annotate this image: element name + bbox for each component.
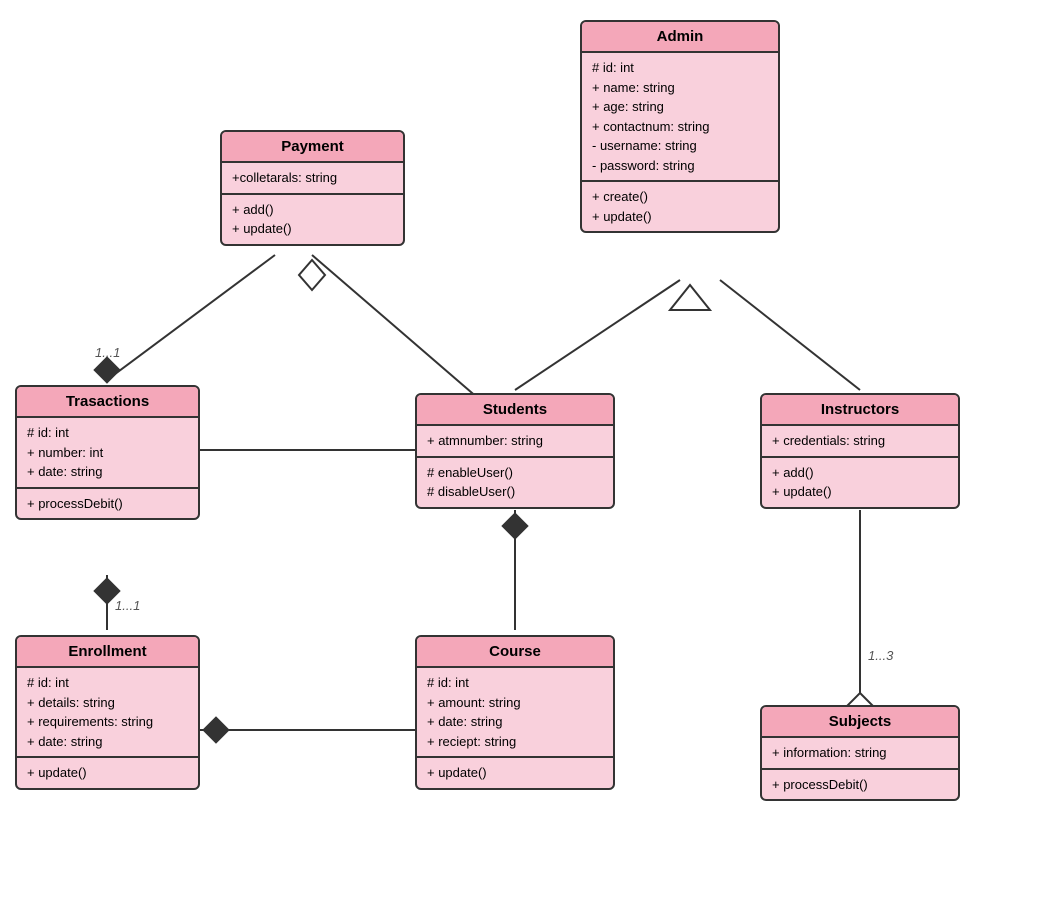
label-trans-payment: 1...1 (95, 345, 120, 360)
students-title: Students (417, 395, 613, 426)
subjects-methods: + processDebit() (762, 770, 958, 800)
transactions-attributes: # id: int + number: int + date: string (17, 418, 198, 489)
label-instructors-subjects: 1...3 (868, 648, 893, 663)
subjects-title: Subjects (762, 707, 958, 738)
instructors-title: Instructors (762, 395, 958, 426)
course-title: Course (417, 637, 613, 668)
uml-diagram: 1...1 1...1 1...3 Admin # id: int + name… (0, 0, 1041, 900)
class-students: Students + atmnumber: string # enableUse… (415, 393, 615, 509)
enrollment-attributes: # id: int + details: string + requiremen… (17, 668, 198, 758)
enrollment-title: Enrollment (17, 637, 198, 668)
admin-attributes: # id: int + name: string + age: string +… (582, 53, 778, 182)
admin-methods: + create() + update() (582, 182, 778, 231)
class-enrollment: Enrollment # id: int + details: string +… (15, 635, 200, 790)
instructors-attributes: + credentials: string (762, 426, 958, 458)
class-admin: Admin # id: int + name: string + age: st… (580, 20, 780, 233)
students-methods: # enableUser() # disableUser() (417, 458, 613, 507)
course-attributes: # id: int + amount: string + date: strin… (417, 668, 613, 758)
class-transactions: Trasactions # id: int + number: int + da… (15, 385, 200, 520)
transactions-methods: + processDebit() (17, 489, 198, 519)
admin-title: Admin (582, 22, 778, 53)
payment-title: Payment (222, 132, 403, 163)
label-trans-enrollment: 1...1 (115, 598, 140, 613)
students-attributes: + atmnumber: string (417, 426, 613, 458)
transactions-title: Trasactions (17, 387, 198, 418)
payment-methods: + add() + update() (222, 195, 403, 244)
class-payment: Payment +colletarals: string + add() + u… (220, 130, 405, 246)
course-methods: + update() (417, 758, 613, 788)
class-subjects: Subjects + information: string + process… (760, 705, 960, 801)
class-instructors: Instructors + credentials: string + add(… (760, 393, 960, 509)
subjects-attributes: + information: string (762, 738, 958, 770)
instructors-methods: + add() + update() (762, 458, 958, 507)
class-course: Course # id: int + amount: string + date… (415, 635, 615, 790)
payment-attributes: +colletarals: string (222, 163, 403, 195)
enrollment-methods: + update() (17, 758, 198, 788)
